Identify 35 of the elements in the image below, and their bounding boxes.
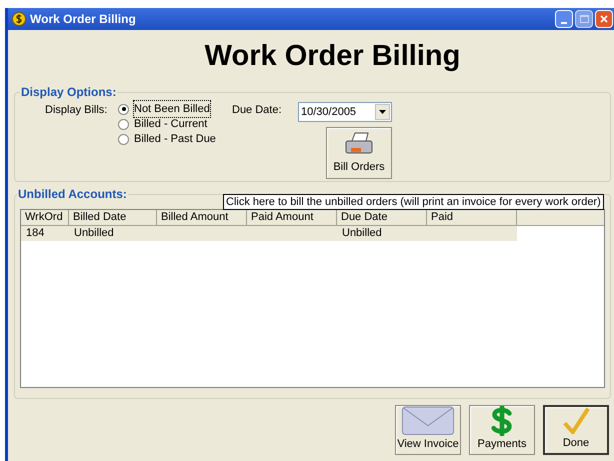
minimize-button[interactable] — [555, 10, 573, 28]
close-icon — [600, 15, 608, 23]
toolbar-button[interactable]: Payments — [469, 405, 535, 455]
maximize-button[interactable] — [575, 10, 593, 28]
column-header[interactable]: Due Date — [337, 210, 427, 225]
table-cell-text: Unbilled — [341, 226, 383, 241]
column-header[interactable]: Billed Date — [69, 210, 157, 225]
radio-button[interactable] — [118, 104, 129, 114]
dropdown-arrow-icon — [379, 110, 386, 114]
radio-option[interactable]: Not Been Billed — [118, 102, 218, 116]
column-header[interactable]: Billed Amount — [157, 210, 247, 225]
close-button[interactable] — [595, 10, 613, 28]
group-title: Display Options: — [20, 84, 118, 101]
page-heading: Work Order Billing — [204, 42, 462, 71]
table-cell-text: Unbilled — [73, 226, 115, 241]
field-label: Due Date: — [232, 103, 283, 118]
radio-option[interactable]: Billed - Current — [118, 117, 218, 131]
column-header[interactable]: Paid — [427, 210, 517, 225]
table-cell-text: 184 — [25, 226, 46, 241]
tooltip: Click here to bill the unbilled orders (will print an invoice for every work order) — [223, 194, 604, 210]
bill-orders-button[interactable]: Bill Orders — [326, 127, 392, 179]
column-header[interactable]: Paid Amount — [247, 210, 337, 225]
column-header[interactable]: WrkOrd — [21, 210, 69, 225]
toolbar-button[interactable]: Done — [543, 405, 609, 455]
window-title: Work Order Billing — [30, 11, 136, 28]
radio-button[interactable] — [118, 134, 129, 144]
field-label: Display Bills: — [45, 103, 108, 118]
group-title: Unbilled Accounts: — [17, 186, 128, 203]
toolbar-button[interactable]: View Invoice — [395, 405, 461, 455]
dollar-coin-icon — [12, 12, 26, 26]
envelope-icon — [401, 406, 455, 436]
printer-icon — [344, 130, 374, 156]
radio-button[interactable] — [118, 118, 129, 130]
due-date-dropdown[interactable]: 10/30/2005 — [298, 102, 392, 122]
radio-option[interactable]: Billed - Past Due — [118, 132, 218, 146]
